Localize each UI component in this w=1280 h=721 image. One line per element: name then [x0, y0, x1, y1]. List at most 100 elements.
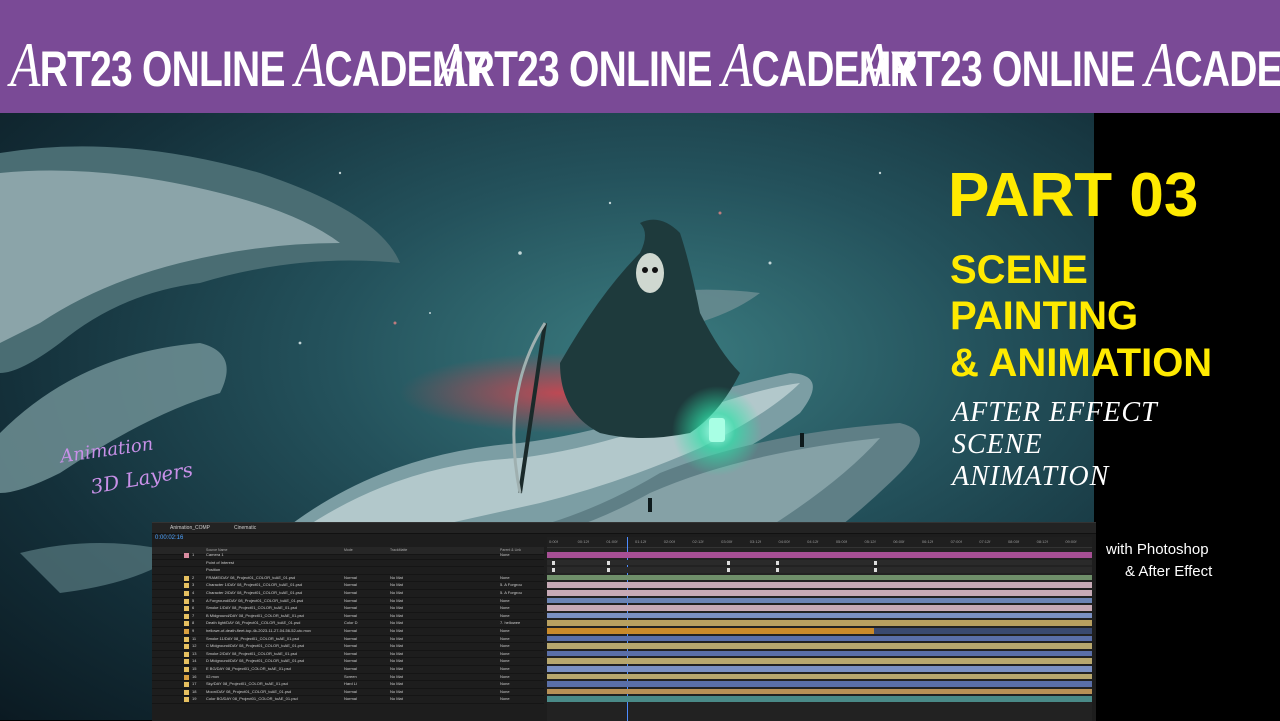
keyframe-marker[interactable]	[552, 560, 556, 565]
layer-mode[interactable]: Normal	[344, 598, 357, 605]
layer-duration-bar[interactable]	[547, 673, 1092, 680]
layer-label-color[interactable]	[184, 598, 189, 604]
layer-parent[interactable]: 7. hellowee	[500, 620, 520, 627]
layer-duration-bar[interactable]	[547, 696, 1092, 702]
keyframe-marker[interactable]	[726, 560, 730, 565]
layer-mode[interactable]: Color D	[344, 620, 358, 627]
layer-duration-bar[interactable]	[547, 620, 1092, 626]
layer-name[interactable]: Character 2/DAY 08_Project01_COLOR_toAE_…	[206, 590, 336, 597]
layer-trackmatte[interactable]: No Mat	[390, 590, 403, 597]
layer-parent[interactable]: None	[500, 575, 510, 582]
layer-name[interactable]: A Forground/DAY 08_Project01_COLOR_toAE_…	[206, 598, 336, 605]
layer-row[interactable]: 18 Moon/DAY 08_Project01_COLOR_toAE_01.ps…	[152, 689, 544, 697]
layer-parent[interactable]: None	[500, 598, 510, 605]
layer-label-color[interactable]	[184, 591, 189, 596]
layer-parent[interactable]: None	[500, 658, 510, 665]
layer-mode[interactable]: Normal	[344, 651, 357, 658]
layer-parent[interactable]: None	[500, 696, 510, 703]
layer-trackmatte[interactable]: No Mat	[390, 689, 403, 696]
layer-mode[interactable]: Normal	[344, 658, 357, 665]
layer-parent[interactable]: None	[500, 628, 510, 635]
layer-row[interactable]: 2 FRAME/DAY 08_Project01_COLOR_toAE_01.ps…	[152, 575, 544, 583]
layer-trackmatte[interactable]: No Mat	[390, 636, 403, 643]
layer-row[interactable]: 7 B Midground/DAY 08_Project01_COLOR_toAE…	[152, 613, 544, 621]
layer-mode[interactable]: Normal	[344, 575, 357, 582]
layer-duration-bar[interactable]	[547, 590, 1092, 596]
layer-name[interactable]: Color BG/DAY 08_Project01_COLOR_toAE_01.…	[206, 696, 336, 703]
layer-parent[interactable]: None	[500, 651, 510, 658]
layer-row[interactable]: 6 Smoke 1/DAY 08_Project01_COLOR_toAE_01.…	[152, 605, 544, 613]
layer-row[interactable]: 4 Character 2/DAY 08_Project01_COLOR_toAE…	[152, 590, 544, 598]
layer-duration-bar[interactable]	[547, 635, 1092, 642]
layer-row[interactable]: 1 Camera 1 None	[152, 552, 544, 560]
layer-row[interactable]: 8 Death light/DAY 08_Project01_COLOR_toAE…	[152, 620, 544, 628]
time-ruler[interactable]: 0:00f 00:12f 01:00f 01:12f 02:00f 02:12f 03:00…	[547, 537, 1092, 548]
layer-row[interactable]: 19 Color BG/DAY 08_Project01_COLOR_toAE_0…	[152, 696, 544, 704]
layer-label-color[interactable]	[184, 674, 189, 680]
layer-name[interactable]: Position	[206, 567, 336, 574]
layer-row[interactable]: 9 hellowe-of-death-fleet-top-4k-2023-11-2…	[152, 628, 544, 636]
layer-duration-bar[interactable]	[547, 650, 1092, 657]
layer-trackmatte[interactable]: No Mat	[390, 696, 403, 703]
layer-name[interactable]: E BG/DAY 08_Project01_COLOR_toAE_01.psd	[206, 666, 336, 673]
layer-duration-bar[interactable]	[547, 559, 1092, 566]
layer-trackmatte[interactable]: No Mat	[390, 620, 403, 627]
keyframe-marker[interactable]	[606, 560, 610, 565]
current-time-display[interactable]: 0:00:02:16	[155, 535, 183, 541]
layer-duration-bar[interactable]	[547, 567, 1092, 573]
layer-name[interactable]: Smoke 1/DAY 08_Project01_COLOR_toAE_01.p…	[206, 605, 336, 612]
layer-duration-bar[interactable]	[547, 666, 1092, 672]
layer-label-color[interactable]	[184, 682, 189, 688]
layer-mode[interactable]: Normal	[344, 605, 357, 612]
layer-parent[interactable]: None	[500, 689, 510, 696]
layer-parent[interactable]: 5. A Forgrou	[500, 582, 522, 589]
layer-mode[interactable]: Hard Li	[344, 681, 357, 688]
layer-mode[interactable]: Normal	[344, 582, 357, 589]
keyframe-marker[interactable]	[775, 568, 779, 573]
layer-trackmatte[interactable]: No Mat	[390, 643, 403, 650]
layer-trackmatte[interactable]: No Mat	[390, 575, 403, 582]
layer-row[interactable]: Position	[152, 567, 544, 575]
layer-mode[interactable]: Normal	[344, 643, 357, 650]
layer-name[interactable]: Smoke 2/DAY 08_Project01_COLOR_toAE_01.p…	[206, 651, 336, 658]
layer-parent[interactable]: 5. A Forgrou	[500, 590, 522, 597]
layer-name[interactable]: D Midground/DAY 08_Project01_COLOR_toAE_…	[206, 658, 336, 665]
layer-parent[interactable]: None	[500, 552, 510, 559]
layer-parent[interactable]: None	[500, 674, 510, 681]
layer-duration-bar[interactable]	[547, 612, 1092, 619]
keyframe-marker[interactable]	[874, 560, 877, 565]
layer-name[interactable]: FRAME/DAY 08_Project01_COLOR_toAE_01.psd	[206, 575, 336, 582]
layer-duration-bar-extension[interactable]	[874, 628, 1092, 634]
layer-trackmatte[interactable]: No Mat	[390, 681, 403, 688]
layer-name[interactable]: Smoke 11/DAY 08_Project01_COLOR_toAE_01.…	[206, 636, 336, 643]
layer-trackmatte[interactable]: No Mat	[390, 674, 403, 681]
layer-name[interactable]: Sky/DAY 08_Project01_COLOR_toAE_01.psd	[206, 681, 336, 688]
keyframe-marker[interactable]	[874, 568, 877, 573]
layer-duration-bar[interactable]	[547, 552, 1092, 558]
layer-duration-bar[interactable]	[547, 597, 1092, 604]
layer-name[interactable]: Point of Interest	[206, 560, 336, 567]
layer-trackmatte[interactable]: No Mat	[390, 605, 403, 612]
tab-animation-comp[interactable]: Animation_COMP	[170, 523, 210, 533]
layer-label-color[interactable]	[184, 621, 189, 627]
layer-trackmatte[interactable]: No Mat	[390, 666, 403, 673]
layer-parent[interactable]: None	[500, 643, 510, 650]
layer-name[interactable]: B Midground/DAY 08_Project01_COLOR_toAE_…	[206, 613, 336, 620]
layer-name[interactable]: Camera 1	[206, 552, 336, 559]
layer-duration-bar[interactable]	[547, 658, 1092, 664]
layer-trackmatte[interactable]: No Mat	[390, 651, 403, 658]
layer-parent[interactable]: None	[500, 613, 510, 620]
layer-trackmatte[interactable]: No Mat	[390, 613, 403, 620]
layer-duration-bar[interactable]	[547, 582, 1092, 588]
layer-label-color[interactable]	[184, 583, 189, 589]
layer-mode[interactable]: Screen	[344, 674, 357, 681]
keyframe-marker[interactable]	[552, 568, 556, 573]
layer-label-color[interactable]	[184, 667, 189, 672]
layer-row[interactable]: 12 C Midground/DAY 08_Project01_COLOR_toA…	[152, 643, 544, 651]
layer-label-color[interactable]	[184, 575, 189, 581]
layer-row[interactable]: 3 Character 1/DAY 08_Project01_COLOR_toAE…	[152, 582, 544, 590]
layer-duration-bar[interactable]	[547, 688, 1092, 695]
layer-duration-bar[interactable]	[547, 643, 1092, 649]
layer-name[interactable]: 02.mov	[206, 674, 336, 681]
layer-parent[interactable]: None	[500, 605, 510, 612]
